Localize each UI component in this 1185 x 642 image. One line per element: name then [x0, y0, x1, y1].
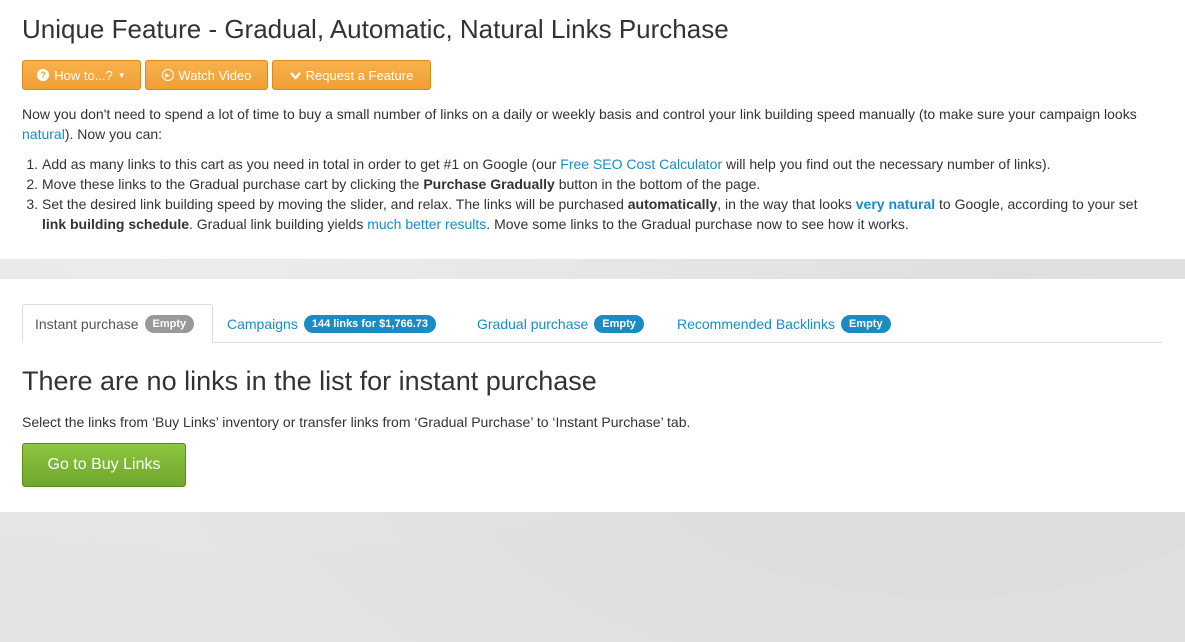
status-badge: Empty	[144, 314, 195, 333]
question-circle-icon: ?	[37, 69, 50, 81]
request-feature-label: Request a Feature	[305, 67, 414, 83]
tab-campaigns[interactable]: Campaigns 144 links for $1,766.73	[215, 304, 448, 343]
step-item: 3. Set the desired link building speed by…	[22, 194, 1162, 234]
tab-label: Gradual purchase	[477, 315, 589, 332]
status-badge: Empty	[594, 314, 644, 333]
watch-video-button[interactable]: ▶ Watch Video	[145, 60, 268, 90]
step-item: 2. Move these links to the Gradual purcha…	[22, 174, 1162, 194]
tab-recommended-backlinks[interactable]: Recommended Backlinks Empty	[665, 304, 903, 343]
better-results-link[interactable]: much better results	[367, 216, 486, 232]
chevron-down-icon	[289, 71, 301, 80]
empty-state-description: Select the links from ‘Buy Links’ invent…	[22, 414, 691, 430]
intro-paragraph: Now you don't need to spend a lot of tim…	[22, 104, 1162, 144]
step-text: Add as many links to this cart as you ne…	[42, 156, 561, 172]
step-text: Move these links to the Gradual purchase…	[42, 176, 424, 192]
step-number: 3.	[26, 196, 38, 212]
request-feature-button[interactable]: Request a Feature	[272, 60, 431, 90]
very-natural-link[interactable]: very natural	[856, 196, 935, 212]
step-text: button in the bottom of the page.	[554, 176, 761, 192]
step-text: . Gradual link building yields	[189, 216, 368, 232]
go-to-buy-links-button[interactable]: Go to Buy Links	[22, 443, 186, 487]
tab-label: Instant purchase	[35, 315, 139, 332]
natural-link[interactable]: natural	[22, 126, 65, 142]
intro-text-end: ). Now you can:	[64, 126, 163, 142]
purchase-gradually-text: Purchase Gradually	[423, 176, 555, 192]
status-badge: Empty	[840, 314, 891, 333]
how-to-button[interactable]: ? How to...? ▼	[22, 60, 141, 90]
page-title: Unique Feature - Gradual, Automatic, Nat…	[22, 14, 729, 44]
step-text: Set the desired link building speed by m…	[42, 196, 628, 212]
steps-list: 1. Add as many links to this cart as you …	[22, 154, 1162, 234]
step-item: 1. Add as many links to this cart as you …	[22, 154, 1162, 174]
step-text: . Move some links to the Gradual purchas…	[486, 216, 909, 232]
step-text: will help you find out the necessary num…	[722, 156, 1051, 172]
status-badge: 144 links for $1,766.73	[303, 314, 437, 333]
intro-text: Now you don't need to spend a lot of tim…	[22, 106, 1137, 122]
play-circle-icon: ▶	[161, 69, 174, 81]
step-number: 2.	[26, 176, 38, 192]
caret-down-icon: ▼	[117, 70, 126, 80]
tab-label: Recommended Backlinks	[677, 315, 835, 332]
step-number: 1.	[26, 156, 38, 172]
automatically-text: automatically	[627, 196, 718, 212]
tab-instant-purchase[interactable]: Instant purchase Empty	[22, 304, 213, 343]
step-text: to Google, according to your set	[935, 196, 1138, 212]
step-text: , in the way that looks	[717, 196, 856, 212]
watch-video-label: Watch Video	[178, 67, 252, 83]
seo-calculator-link[interactable]: Free SEO Cost Calculator	[560, 156, 722, 172]
tab-gradual-purchase[interactable]: Gradual purchase Empty	[465, 304, 656, 343]
empty-state-title: There are no links in the list for insta…	[22, 366, 597, 396]
how-to-label: How to...?	[54, 67, 113, 83]
tab-label: Campaigns	[227, 315, 298, 332]
schedule-text: link building schedule	[42, 216, 190, 232]
